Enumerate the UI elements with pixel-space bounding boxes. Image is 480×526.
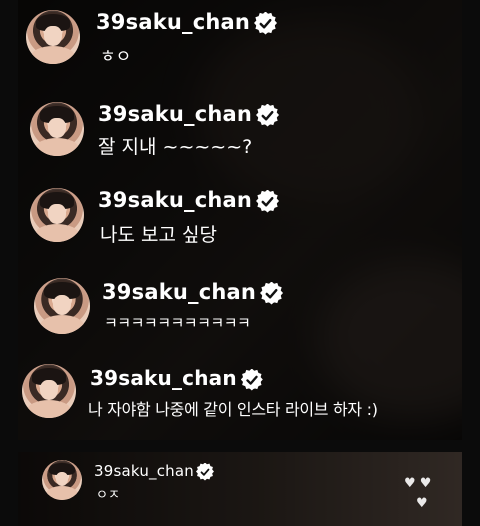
comment-message: ㅋㅋㅋㅋㅋㅋㅋㅋㅋㅋㅋ (104, 314, 251, 332)
live-video-background-bottom: 39saku_chan ㅇㅈ ♥ ♥ ♥ (18, 452, 462, 526)
comment-username[interactable]: 39saku_chan (98, 102, 278, 126)
verified-badge-icon (242, 370, 261, 389)
heart-icon: ♥ ♥ (404, 476, 432, 491)
comment-row: 39saku_chan 잘 지내 ~~~~~? (18, 90, 462, 174)
comment-message: 잘 지내 ~~~~~? (98, 136, 253, 158)
comment-message: 나 자야함 나중에 같이 인스타 라이브 하자 :) (88, 400, 378, 419)
username-text[interactable]: 39saku_chan (98, 188, 252, 212)
verified-badge-icon (262, 283, 282, 303)
username-text[interactable]: 39saku_chan (98, 102, 252, 126)
comment-row: 39saku_chan 나 자야함 나중에 같이 인스타 라이브 하자 :) (18, 352, 462, 440)
comment-username[interactable]: 39saku_chan (90, 366, 261, 390)
comment-username[interactable]: 39saku_chan (102, 280, 282, 304)
comment-username[interactable]: 39saku_chan (96, 10, 276, 34)
verified-badge-icon (197, 464, 212, 479)
comment-username[interactable]: 39saku_chan (94, 462, 212, 480)
username-text[interactable]: 39saku_chan (96, 10, 250, 34)
username-text[interactable]: 39saku_chan (102, 280, 256, 304)
avatar[interactable] (34, 278, 90, 334)
avatar[interactable] (30, 188, 84, 242)
comment-message: 나도 보고 싶당 (100, 224, 217, 246)
verified-badge-icon (258, 191, 278, 211)
avatar[interactable] (22, 364, 76, 418)
verified-badge-icon (256, 13, 276, 33)
comment-row: 39saku_chan 나도 보고 싶당 (18, 174, 462, 264)
live-video-background: 39saku_chan ㅎㅇ 39saku_chan 잘 지내 ~~~~~? 3… (18, 0, 462, 440)
comment-row: 39saku_chan ㅋㅋㅋㅋㅋㅋㅋㅋㅋㅋㅋ (18, 264, 462, 352)
verified-badge-icon (258, 105, 278, 125)
username-text[interactable]: 39saku_chan (90, 366, 237, 390)
comment-row: 39saku_chan ㅎㅇ (18, 0, 462, 90)
avatar[interactable] (26, 10, 80, 64)
comment-row: 39saku_chan ㅇㅈ ♥ ♥ ♥ (18, 452, 462, 526)
comment-username[interactable]: 39saku_chan (98, 188, 278, 212)
username-text[interactable]: 39saku_chan (94, 462, 194, 480)
comment-message: ㅎㅇ (100, 47, 132, 67)
avatar[interactable] (30, 102, 84, 156)
comment-message: ㅇㅈ (96, 488, 120, 503)
screenshot-collage: 39saku_chan ㅎㅇ 39saku_chan 잘 지내 ~~~~~? 3… (0, 0, 480, 526)
avatar[interactable] (42, 460, 82, 500)
heart-icon: ♥ (416, 496, 428, 511)
